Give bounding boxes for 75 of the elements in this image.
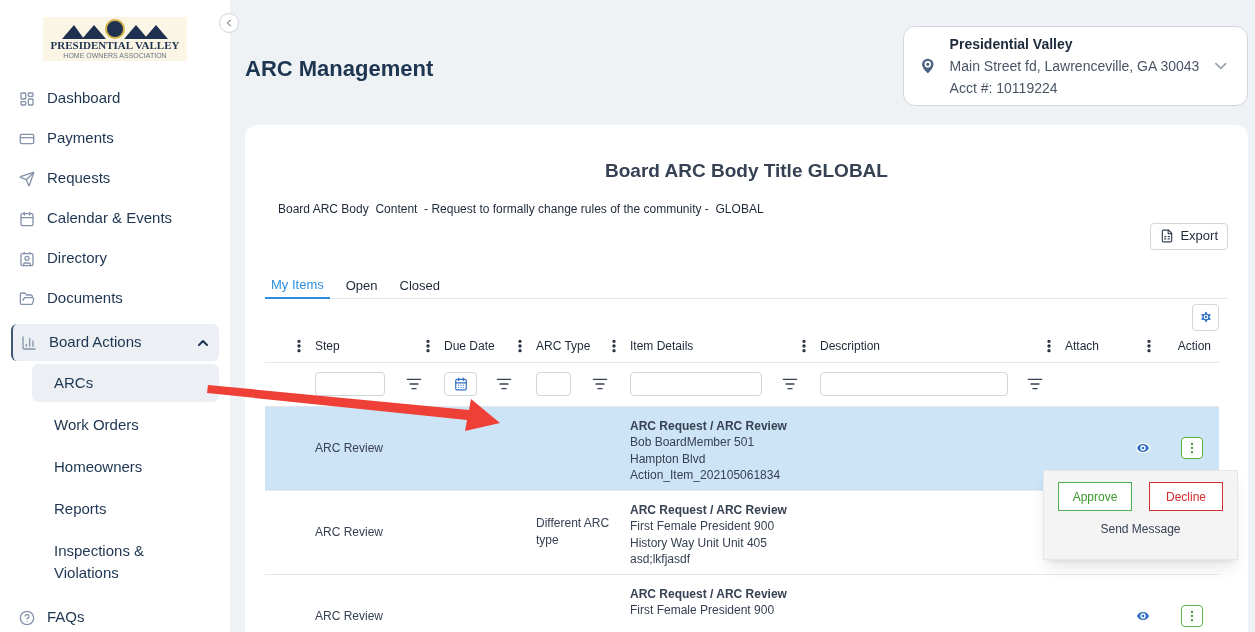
- settings-button[interactable]: [1192, 303, 1219, 331]
- account-selector[interactable]: Presidential Valley Main Street fd, Lawrenceville, GA 30043 Acct #: 10119224: [903, 26, 1248, 106]
- calendar-icon: [453, 377, 468, 391]
- item-detail: History Way Unit Unit 405: [630, 534, 768, 551]
- paper-plane-icon: [19, 170, 35, 187]
- logo-name: PRESIDENTIAL VALLEY: [50, 38, 180, 53]
- account-number: Acct #: 10119224: [949, 79, 1059, 98]
- nav-subitem[interactable]: Homeowners: [32, 448, 182, 486]
- nav-subitem[interactable]: Work Orders: [32, 406, 182, 444]
- decline-button[interactable]: Decline: [1149, 482, 1223, 511]
- filter-field[interactable]: [630, 372, 762, 396]
- nav-item[interactable]: Documents: [11, 284, 219, 313]
- tab[interactable]: My Items: [265, 272, 330, 299]
- nav-item[interactable]: Calendar & Events: [11, 204, 219, 233]
- page-title: ARC Management: [245, 55, 434, 83]
- folder-icon: [19, 290, 35, 307]
- table-cell-text: ARC Review: [315, 440, 384, 457]
- item-title: ARC Request / ARC Review: [630, 585, 788, 602]
- calendar-icon: [19, 210, 35, 227]
- nav-subitem[interactable]: Reports: [32, 490, 182, 528]
- table-cell-text: ARC Review: [315, 608, 384, 625]
- date-picker-button[interactable]: [444, 372, 477, 396]
- item-title: ARC Request / ARC Review: [630, 417, 788, 434]
- view-icon[interactable]: [1135, 440, 1151, 456]
- account-address: Main Street fd, Lawrenceville, GA 30043: [949, 57, 1200, 76]
- nav-item[interactable]: Dashboard: [11, 84, 219, 113]
- column-header: Due Date: [444, 338, 495, 355]
- item-detail: First Female President 900: [630, 518, 776, 535]
- column-header: ARC Type: [536, 338, 591, 355]
- mountain-seal-icon: [60, 18, 170, 39]
- table-cell-text: ARC Review: [315, 524, 384, 541]
- column-header: Item Details: [630, 338, 694, 355]
- column-header: Attach: [1065, 338, 1100, 355]
- column-header: Description: [820, 338, 881, 355]
- item-title: ARC Request / ARC Review: [630, 501, 788, 518]
- filter-field[interactable]: [315, 372, 385, 396]
- filter-field[interactable]: [536, 372, 571, 396]
- dashboard-icon: [19, 90, 35, 107]
- nav-item[interactable]: Payments: [11, 124, 219, 153]
- filter-field[interactable]: [820, 372, 1008, 396]
- item-detail: Hampton Blvd: [630, 450, 707, 467]
- item-detail: Action_Item_202105061834: [630, 467, 782, 484]
- nav-item[interactable]: FAQs: [11, 603, 219, 632]
- table-cell-text: Different ARC type: [536, 515, 611, 549]
- nav-subitem[interactable]: Inspections & Violations: [32, 532, 182, 592]
- tab[interactable]: Closed: [393, 272, 446, 299]
- export-button[interactable]: Export: [1150, 222, 1228, 250]
- item-detail: First Female President 900: [630, 602, 776, 619]
- column-header: Action: [1177, 338, 1211, 355]
- card-content: Board ARC Body Content - Request to formally change rules of the community - GLOBAL: [278, 200, 765, 218]
- nav-item[interactable]: Board Actions: [11, 324, 219, 361]
- filter-icon[interactable]: [782, 376, 798, 392]
- item-detail: asd;lkfjasdf: [630, 551, 692, 568]
- nav-subitem[interactable]: ARCs: [32, 364, 219, 402]
- more-button[interactable]: [1181, 437, 1203, 459]
- help-icon: [19, 609, 35, 626]
- spreadsheet-icon: [1160, 229, 1175, 243]
- filter-icon[interactable]: [592, 376, 608, 392]
- item-detail: Bob BoardMember 501: [630, 434, 756, 451]
- card-title: Board ARC Body Title GLOBAL: [604, 159, 889, 183]
- filter-icon[interactable]: [496, 376, 512, 392]
- column-header: Step: [315, 338, 340, 355]
- table-row[interactable]: ARC Review ARC Request / ARC Review Bob BoardMember 501 Hampton Blvd Action_Item_202105061834: [265, 406, 1219, 491]
- gear-icon: [1198, 310, 1213, 324]
- bar-chart-icon: [21, 334, 37, 351]
- nav-item[interactable]: Directory: [11, 244, 219, 273]
- more-button[interactable]: [1181, 605, 1203, 627]
- filter-icon[interactable]: [406, 376, 422, 392]
- send-message-button[interactable]: Send Message: [1100, 520, 1181, 538]
- nav-item[interactable]: Requests: [11, 164, 219, 193]
- tab[interactable]: Open: [339, 272, 384, 299]
- filter-icon[interactable]: [1027, 376, 1043, 392]
- approve-button[interactable]: Approve: [1058, 482, 1132, 511]
- contact-card-icon: [19, 250, 35, 267]
- account-name: Presidential Valley: [949, 35, 1074, 54]
